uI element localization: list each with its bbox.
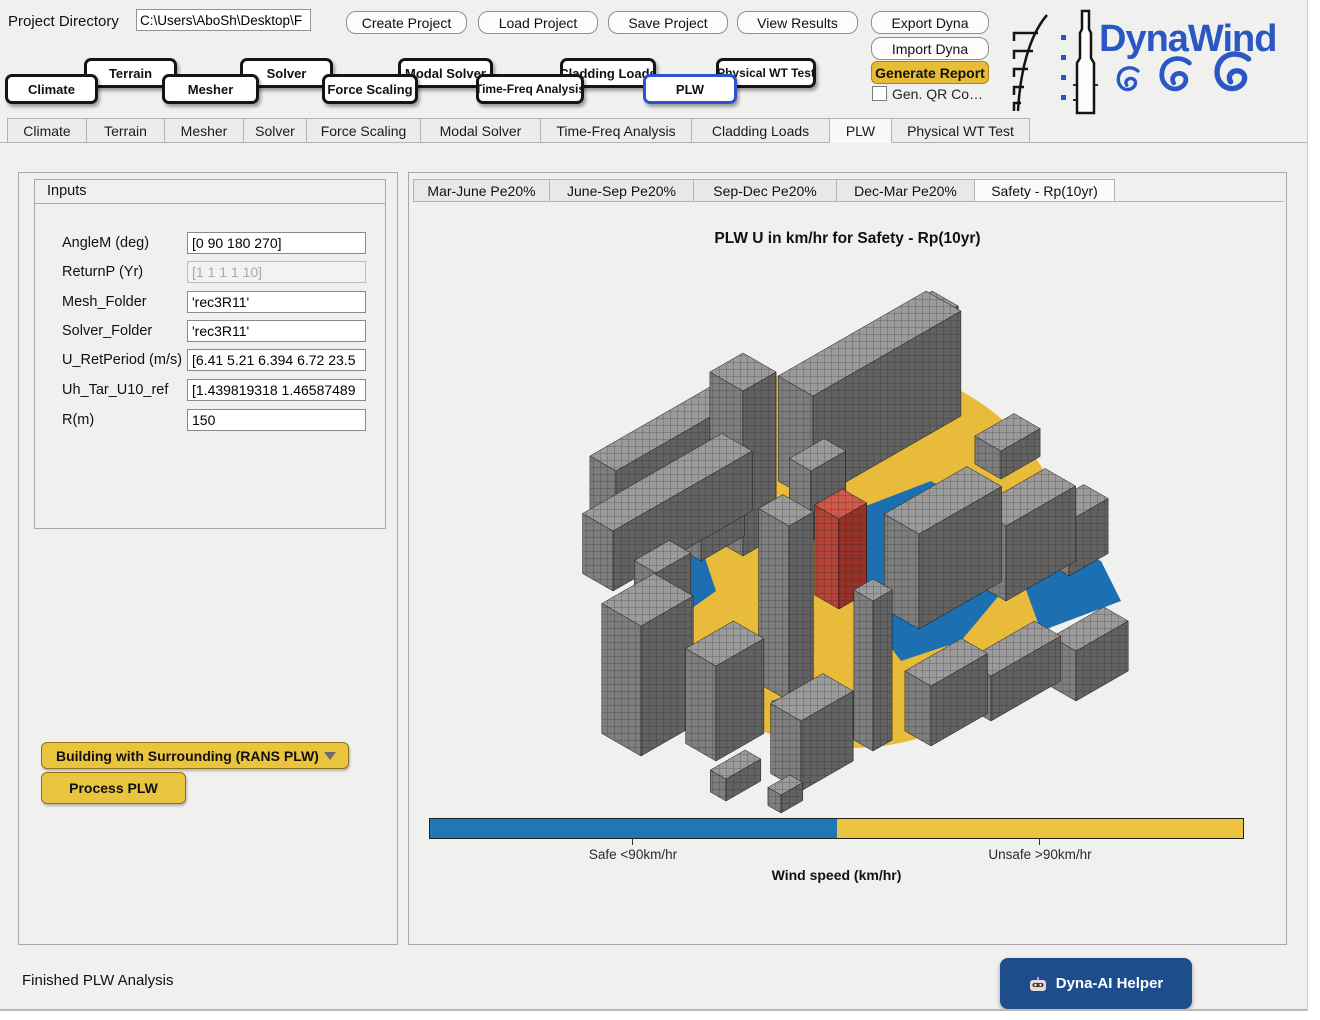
tab-time-freq-analysis[interactable]: Time-Freq Analysis <box>541 118 692 143</box>
robot-icon <box>1029 977 1047 991</box>
uretperiod-input[interactable] <box>187 349 366 371</box>
plw-mode-dropdown-label: Building with Surrounding (RANS PLW) <box>56 748 319 764</box>
load-project-button[interactable]: Load Project <box>478 11 598 34</box>
generate-report-button[interactable]: Generate Report <box>871 61 989 84</box>
left-panel: Inputs AngleM (deg) ReturnP (Yr) Mesh_Fo… <box>18 172 398 945</box>
project-directory-input[interactable] <box>136 9 311 31</box>
colorbar-tick-safe <box>632 839 633 845</box>
dynawind-window: Project Directory Create Project Load Pr… <box>0 0 1308 1011</box>
main-tabstrip: Climate Terrain Mesher Solver Force Scal… <box>7 118 1030 143</box>
colorbar-safe-segment <box>430 819 837 838</box>
colorbar-axis-label: Wind speed (km/hr) <box>429 867 1244 883</box>
colorbar-unsafe-segment <box>837 819 1244 838</box>
wizard-force-scaling-button[interactable]: Force Scaling <box>322 74 418 104</box>
wizard-climate-button[interactable]: Climate <box>5 74 98 104</box>
tab-modal-solver[interactable]: Modal Solver <box>421 118 541 143</box>
dyna-ai-helper-button[interactable]: Dyna-AI Helper <box>1000 958 1192 1009</box>
gen-qr-checkbox-label: Gen. QR Co… <box>892 86 983 102</box>
safe-label: Safe <90km/hr <box>533 847 733 862</box>
radius-input[interactable] <box>187 409 366 431</box>
project-directory-label: Project Directory <box>8 13 119 30</box>
colorbar-tick-unsafe <box>1039 839 1040 845</box>
logo-text: DynaWind <box>1099 18 1276 60</box>
solver-folder-label: Solver_Folder <box>62 323 152 339</box>
subtab-mar-june[interactable]: Mar-June Pe20% <box>413 179 550 202</box>
process-plw-button[interactable]: Process PLW <box>41 772 186 804</box>
radius-label: R(m) <box>62 412 94 428</box>
tab-terrain[interactable]: Terrain <box>87 118 165 143</box>
results-panel: Mar-June Pe20% June-Sep Pe20% Sep-Dec Pe… <box>408 172 1287 945</box>
view-results-button[interactable]: View Results <box>737 11 858 34</box>
subtab-june-sep[interactable]: June-Sep Pe20% <box>550 179 694 202</box>
tab-force-scaling[interactable]: Force Scaling <box>307 118 421 143</box>
returnp-label: ReturnP (Yr) <box>62 264 143 280</box>
inputs-groupbox: Inputs AngleM (deg) ReturnP (Yr) Mesh_Fo… <box>34 179 386 529</box>
tab-climate[interactable]: Climate <box>7 118 87 143</box>
uretperiod-label: U_RetPeriod (m/s) <box>62 352 182 368</box>
subtab-safety[interactable]: Safety - Rp(10yr) <box>975 179 1115 202</box>
plw-mode-dropdown[interactable]: Building with Surrounding (RANS PLW) <box>41 742 349 769</box>
dotted-line-icon <box>1061 35 1066 100</box>
unsafe-label: Unsafe >90km/hr <box>940 847 1140 862</box>
gen-qr-checkbox[interactable] <box>872 86 887 101</box>
mesh-folder-label: Mesh_Folder <box>62 294 147 310</box>
wind-profile-icon <box>1014 15 1047 111</box>
dyna-ai-helper-label: Dyna-AI Helper <box>1056 975 1164 992</box>
returnp-input <box>187 261 366 283</box>
wizard-time-freq-button[interactable]: Time-Freq Analysis <box>476 74 584 104</box>
import-dyna-button[interactable]: Import Dyna <box>871 37 989 60</box>
subtab-sep-dec[interactable]: Sep-Dec Pe20% <box>694 179 837 202</box>
tab-physical-wt-test[interactable]: Physical WT Test <box>892 118 1030 143</box>
solver-folder-input[interactable] <box>187 320 366 342</box>
wind-speed-colorbar <box>429 818 1244 839</box>
inputs-title: Inputs <box>35 180 385 204</box>
tab-solver[interactable]: Solver <box>244 118 307 143</box>
tab-plw[interactable]: PLW <box>830 118 892 143</box>
uhtar-label: Uh_Tar_U10_ref <box>62 382 168 398</box>
uhtar-input[interactable] <box>187 379 366 401</box>
create-project-button[interactable]: Create Project <box>346 11 467 34</box>
chevron-down-icon <box>324 752 336 760</box>
wizard-plw-button[interactable]: PLW <box>643 74 737 104</box>
tab-mesher[interactable]: Mesher <box>165 118 244 143</box>
wizard-mesher-button[interactable]: Mesher <box>162 74 259 104</box>
city-3d-view <box>411 201 1286 831</box>
anglem-label: AngleM (deg) <box>62 235 149 251</box>
tower-icon <box>1073 11 1098 113</box>
anglem-input[interactable] <box>187 232 366 254</box>
results-subtabs: Mar-June Pe20% June-Sep Pe20% Sep-Dec Pe… <box>413 179 1115 202</box>
dynawind-logo: DynaWind <box>1005 5 1308 115</box>
status-text: Finished PLW Analysis <box>22 972 173 989</box>
save-project-button[interactable]: Save Project <box>608 11 728 34</box>
subtab-dec-mar[interactable]: Dec-Mar Pe20% <box>837 179 975 202</box>
tab-cladding-loads[interactable]: Cladding Loads <box>692 118 830 143</box>
mesh-folder-input[interactable] <box>187 291 366 313</box>
export-dyna-button[interactable]: Export Dyna <box>871 11 989 34</box>
